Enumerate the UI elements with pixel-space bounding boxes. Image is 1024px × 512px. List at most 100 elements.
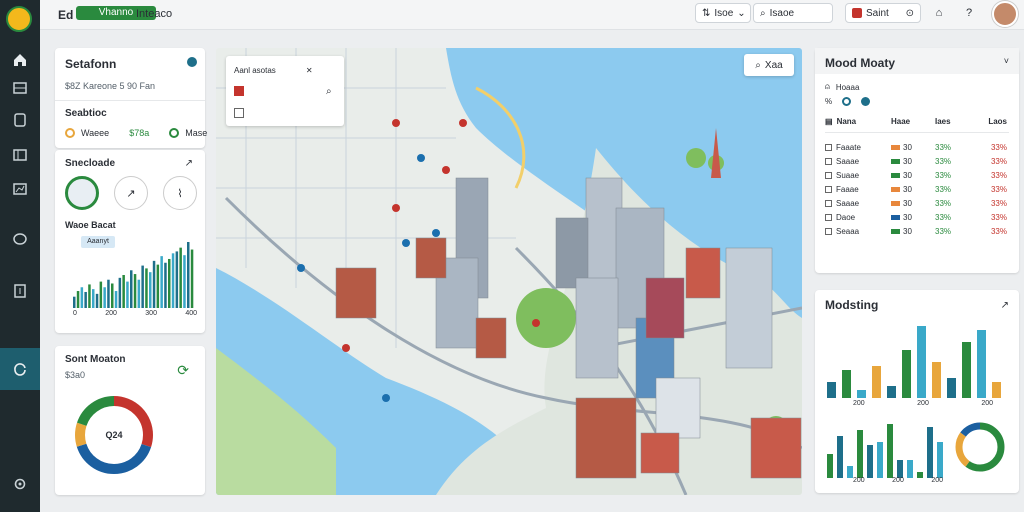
table-row[interactable]: Seaaa 30 33% 33% (825, 224, 1007, 238)
map-search-button[interactable]: ⌕ Xaa (744, 54, 794, 76)
axis-tick-label: 200 (917, 400, 929, 407)
chart-bar (152, 260, 156, 308)
row-name: Daoe (836, 212, 856, 222)
table-row[interactable]: Faaate 30 33% 33% (825, 140, 1007, 154)
table-row[interactable]: Saaae 30 33% 33% (825, 196, 1007, 210)
checkbox-icon[interactable] (825, 213, 832, 221)
row-percent: 33% (935, 198, 952, 208)
chart-stat-icon[interactable] (65, 176, 99, 210)
chart-bar (887, 424, 893, 478)
close-icon[interactable]: ✕ (306, 66, 313, 75)
document-icon[interactable] (0, 107, 40, 133)
chart-bar (927, 427, 933, 478)
search-icon: ⌕ (755, 59, 761, 71)
alerts-button[interactable]: Saint ⊙ (845, 3, 921, 23)
target-icon[interactable] (0, 226, 40, 252)
row-percent: 33% (935, 212, 952, 222)
table-row[interactable]: Daoe 30 33% 33% (825, 210, 1007, 224)
chart-bar (917, 326, 926, 398)
checkbox-icon[interactable] (825, 199, 832, 207)
analytics-icon[interactable] (0, 176, 40, 202)
color-swatch (891, 186, 900, 192)
layer-icon[interactable] (234, 108, 244, 118)
chart-bar (932, 362, 941, 398)
color-swatch (891, 228, 900, 234)
row-percent: 33% (990, 212, 1007, 222)
sync-icon[interactable] (0, 348, 40, 390)
row-percent: 33% (990, 142, 1007, 152)
chevron-down-icon[interactable]: ˅ (1004, 56, 1009, 66)
help-icon[interactable]: ? (960, 4, 978, 22)
chart-bar (877, 442, 883, 478)
chart-bar (827, 382, 836, 398)
color-swatch (891, 172, 900, 178)
house-icon[interactable]: ⌂ (930, 4, 948, 22)
axis-tick-label: 200 (981, 400, 993, 407)
toggle-icon[interactable] (842, 97, 852, 106)
chart-bar (857, 390, 866, 398)
row-name: Saaae (836, 198, 860, 208)
chart-bar (118, 277, 122, 308)
table-row[interactable]: Saaae 30 33% 33% (825, 154, 1007, 168)
checkbox-icon[interactable] (825, 171, 832, 179)
refresh-icon[interactable]: ⟳ (177, 362, 189, 379)
home-icon[interactable] (0, 47, 40, 73)
reports-icon[interactable] (0, 278, 40, 304)
checkbox-icon[interactable] (825, 157, 832, 165)
checkbox-icon[interactable] (825, 227, 832, 235)
checkbox-icon[interactable] (825, 185, 832, 193)
chart-bar (92, 289, 95, 308)
arrow-icon[interactable]: ↗ (1001, 300, 1009, 311)
bar-chart (827, 326, 1001, 398)
column-header: Iaes (935, 116, 951, 126)
search-label: Isaoe (769, 7, 795, 19)
table-row[interactable]: Faaae 30 33% 33% (825, 182, 1007, 196)
chart-bar (84, 291, 87, 308)
search-plus-icon[interactable]: ⌕ (326, 86, 332, 97)
app-logo-icon[interactable] (6, 6, 32, 32)
avatar[interactable] (992, 1, 1018, 27)
chart-bar (141, 265, 144, 308)
nav-tab[interactable]: Inteaco (136, 8, 172, 20)
arrow-icon[interactable]: ↗ (185, 158, 193, 169)
trend-icon[interactable]: ↗ (114, 176, 148, 210)
donut-chart (955, 422, 1005, 472)
table-icon[interactable] (0, 142, 40, 168)
chart-bar (947, 378, 956, 398)
checkbox-icon[interactable] (825, 143, 832, 151)
filter-button[interactable]: ⇅ Isoe ⌄ (695, 3, 751, 23)
toggle-icon[interactable] (861, 97, 871, 106)
chart-bar (95, 293, 99, 308)
dashboard-icon[interactable] (0, 75, 40, 101)
card-title: Mood Moaty (825, 56, 895, 70)
row-name: Faaate (836, 142, 861, 152)
chart-bar (126, 281, 129, 308)
chart-bar (827, 454, 833, 478)
color-swatch (891, 214, 900, 220)
donut-center-label: Q24 (105, 430, 123, 440)
left-rail (0, 0, 40, 512)
table-row[interactable]: Suaae 30 33% 33% (825, 168, 1007, 182)
axis-tick-label: 200 (853, 400, 865, 407)
chart-bar (887, 386, 896, 398)
bar-chart (827, 424, 943, 478)
row-value: 30 (903, 184, 912, 194)
status-label: Waeee (81, 128, 110, 138)
donut-card: Sont Moaton $3a0 ⟳ Q24 (55, 346, 205, 495)
chevron-down-icon: ⌄ (737, 7, 746, 19)
color-swatch (891, 158, 900, 164)
chart-bar (168, 258, 171, 308)
filter-label: Hoaaa (835, 82, 860, 92)
brand-name: Ed (58, 8, 74, 22)
settings-icon[interactable] (0, 471, 40, 497)
map-view[interactable]: Aanl asotas ✕ ⌕ ⌕ Xaa (216, 48, 802, 495)
card-title: Sont Moaton (65, 354, 126, 365)
bar-chart (73, 242, 194, 308)
chart-bar (171, 253, 175, 308)
search-input[interactable]: ⌕ Isaoe (753, 3, 833, 23)
pulse-icon[interactable]: ⌇ (163, 176, 197, 210)
top-bar: Ed Vhanno Inteaco ⇅ Isoe ⌄ ⌕ Isaoe Saint… (40, 0, 1024, 30)
info-icon[interactable] (187, 57, 197, 67)
chart-bar (907, 460, 913, 478)
grid-icon: ▤ (825, 116, 833, 126)
